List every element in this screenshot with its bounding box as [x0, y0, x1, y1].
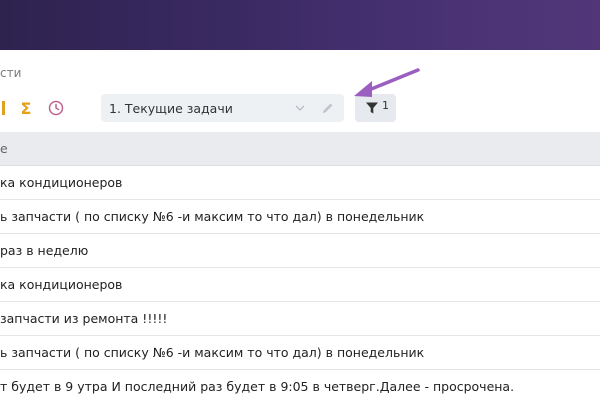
breadcrumb: сти [0, 66, 22, 80]
table-row[interactable]: ь запчасти ( по списку №6 -и максим то ч… [0, 336, 600, 370]
table-header: е [0, 132, 600, 166]
view-select-value: 1. Текущие задачи [109, 101, 233, 116]
sum-icon[interactable]: Σ [18, 98, 34, 118]
filter-icon [366, 102, 378, 114]
table-row[interactable]: ка кондиционеров [0, 268, 600, 302]
task-cell: т будет в 9 утра И последний раз будет в… [0, 379, 515, 394]
task-cell: ка кондиционеров [0, 277, 123, 292]
column-header: е [0, 141, 8, 156]
table-row[interactable]: запчасти из ремонта !!!!! [0, 302, 600, 336]
task-cell: ка кондиционеров [0, 175, 123, 190]
task-cell: ь запчасти ( по списку №6 -и максим то ч… [0, 209, 425, 224]
page: сти Σ 1. Текущие задачи 1 е ка кондицион… [0, 0, 600, 400]
table-row[interactable]: раз в неделю [0, 234, 600, 268]
task-cell: запчасти из ремонта !!!!! [0, 311, 168, 326]
app-header-bar [0, 0, 600, 50]
chevron-down-icon [295, 105, 305, 111]
table-row[interactable]: ь запчасти ( по списку №6 -и максим то ч… [0, 200, 600, 234]
clock-icon[interactable] [46, 98, 66, 118]
annotation-arrow [354, 68, 420, 97]
table-row[interactable]: ка кондиционеров [0, 166, 600, 200]
view-select[interactable]: 1. Текущие задачи [101, 94, 344, 122]
table-row[interactable]: т будет в 9 утра И последний раз будет в… [0, 370, 600, 400]
task-cell: раз в неделю [0, 243, 89, 258]
edit-icon[interactable] [321, 101, 335, 115]
task-cell: ь запчасти ( по списку №6 -и максим то ч… [0, 345, 425, 360]
toolbar-partial-icon[interactable] [0, 98, 6, 118]
